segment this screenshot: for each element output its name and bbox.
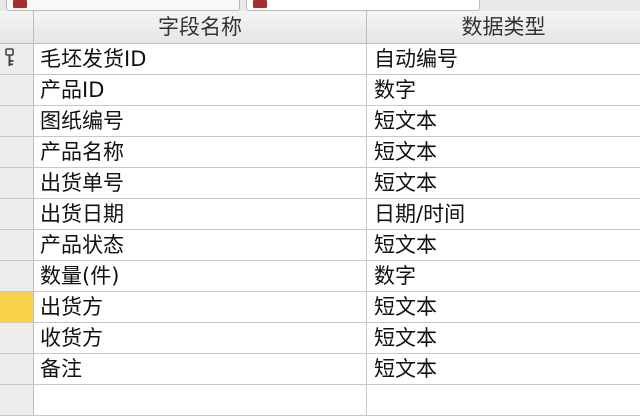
table-row[interactable]: 产品状态 短文本 bbox=[0, 230, 640, 261]
table-row[interactable]: 毛坯发货ID 自动编号 bbox=[0, 44, 640, 75]
data-type-cell[interactable]: 短文本 bbox=[367, 354, 639, 384]
table-row[interactable] bbox=[0, 385, 640, 416]
row-selector[interactable] bbox=[0, 323, 34, 353]
row-selector[interactable] bbox=[0, 137, 34, 167]
data-type-cell[interactable]: 日期/时间 bbox=[367, 199, 639, 229]
row-selector[interactable] bbox=[0, 354, 34, 384]
table-row[interactable]: 备注 短文本 bbox=[0, 354, 640, 385]
data-type-cell[interactable]: 短文本 bbox=[367, 106, 639, 136]
field-name-cell[interactable]: 图纸编号 bbox=[34, 106, 367, 136]
grid-header: 字段名称 数据类型 bbox=[0, 11, 640, 44]
field-name-cell[interactable]: 产品名称 bbox=[34, 137, 367, 167]
field-name-cell[interactable]: 出货方 bbox=[34, 292, 367, 322]
row-selector[interactable] bbox=[0, 261, 34, 291]
primary-key-icon bbox=[5, 48, 14, 66]
data-type-cell[interactable]: 短文本 bbox=[367, 292, 639, 322]
document-tab[interactable] bbox=[246, 0, 480, 11]
field-name-cell[interactable]: 数量(件) bbox=[34, 261, 367, 291]
data-type-cell[interactable]: 数字 bbox=[367, 75, 639, 105]
data-type-cell[interactable]: 短文本 bbox=[367, 137, 639, 167]
field-name-cell[interactable]: 出货日期 bbox=[34, 199, 367, 229]
table-row[interactable]: 出货单号 短文本 bbox=[0, 168, 640, 199]
field-name-cell[interactable]: 毛坯发货ID bbox=[34, 44, 367, 74]
field-name-cell[interactable]: 产品ID bbox=[34, 75, 367, 105]
column-header-data-type[interactable]: 数据类型 bbox=[367, 11, 640, 43]
table-row[interactable]: 出货方 短文本 bbox=[0, 292, 640, 323]
row-selector[interactable] bbox=[0, 44, 34, 74]
table-icon bbox=[253, 0, 267, 8]
field-name-cell[interactable]: 出货单号 bbox=[34, 168, 367, 198]
table-row[interactable]: 出货日期 日期/时间 bbox=[0, 199, 640, 230]
table-icon bbox=[13, 0, 27, 8]
data-type-cell[interactable] bbox=[367, 385, 639, 415]
table-row[interactable]: 数量(件) 数字 bbox=[0, 261, 640, 292]
document-tab[interactable] bbox=[6, 0, 240, 11]
data-type-cell[interactable]: 短文本 bbox=[367, 230, 639, 260]
field-name-cell[interactable] bbox=[34, 385, 367, 415]
data-type-cell[interactable]: 短文本 bbox=[367, 168, 639, 198]
table-row[interactable]: 产品ID 数字 bbox=[0, 75, 640, 106]
document-tab-bar bbox=[0, 0, 640, 11]
select-all-corner[interactable] bbox=[0, 11, 34, 43]
table-row[interactable]: 图纸编号 短文本 bbox=[0, 106, 640, 137]
data-type-cell[interactable]: 短文本 bbox=[367, 323, 639, 353]
row-selector[interactable] bbox=[0, 292, 34, 322]
row-selector[interactable] bbox=[0, 199, 34, 229]
row-selector[interactable] bbox=[0, 230, 34, 260]
table-row[interactable]: 收货方 短文本 bbox=[0, 323, 640, 354]
data-type-cell[interactable]: 数字 bbox=[367, 261, 639, 291]
row-selector[interactable] bbox=[0, 168, 34, 198]
row-selector[interactable] bbox=[0, 75, 34, 105]
field-name-cell[interactable]: 产品状态 bbox=[34, 230, 367, 260]
table-row[interactable]: 产品名称 短文本 bbox=[0, 137, 640, 168]
row-selector[interactable] bbox=[0, 385, 34, 415]
row-selector[interactable] bbox=[0, 106, 34, 136]
field-name-cell[interactable]: 备注 bbox=[34, 354, 367, 384]
column-header-field-name[interactable]: 字段名称 bbox=[34, 11, 367, 43]
data-type-cell[interactable]: 自动编号 bbox=[367, 44, 639, 74]
field-name-cell[interactable]: 收货方 bbox=[34, 323, 367, 353]
